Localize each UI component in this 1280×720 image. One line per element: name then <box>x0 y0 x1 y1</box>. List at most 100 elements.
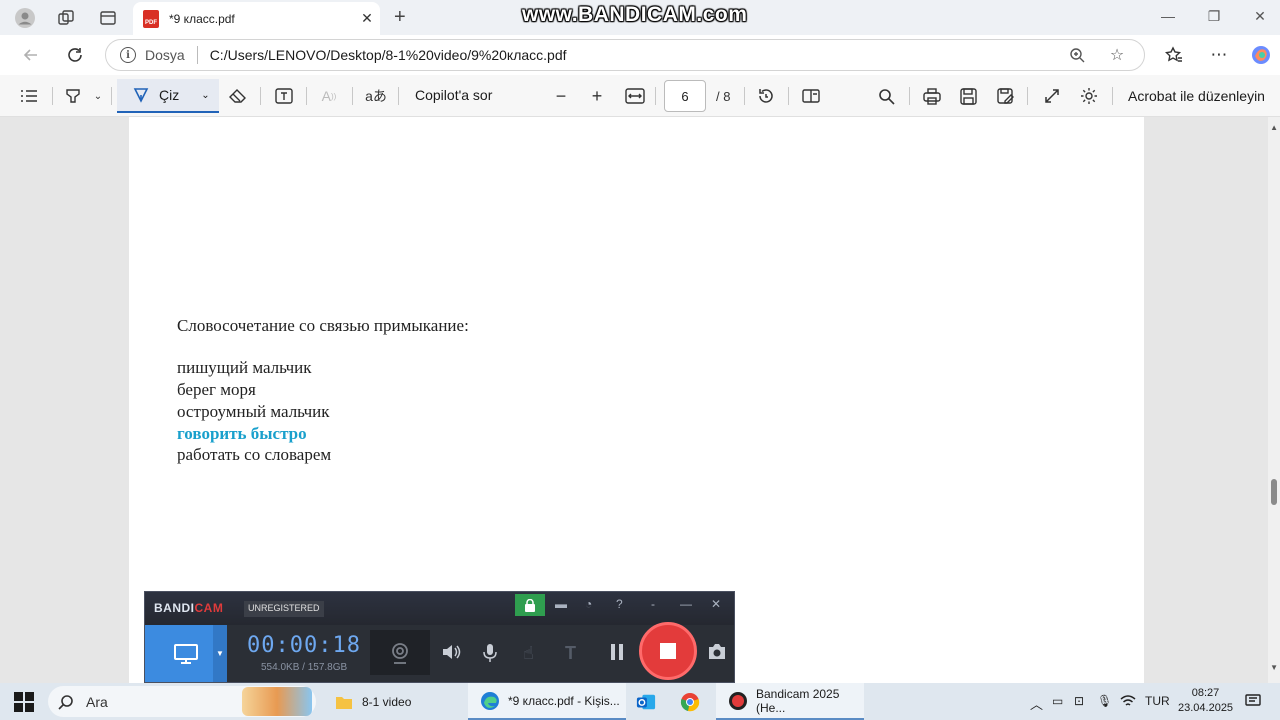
text-box-icon[interactable] <box>273 84 295 108</box>
rotate-icon[interactable] <box>754 84 778 108</box>
print-icon[interactable] <box>920 84 944 108</box>
timer-icon[interactable]: ◔ <box>585 597 592 611</box>
taskbar-item-bandicam[interactable]: Bandicam 2025 (He... <box>716 683 864 720</box>
help-icon[interactable]: ? <box>616 597 623 611</box>
ask-copilot-button[interactable]: Copilot'a sor <box>415 87 492 103</box>
expand-icon[interactable] <box>1040 84 1064 108</box>
taskbar-search[interactable]: Ara <box>48 686 316 717</box>
site-label: Dosya <box>145 47 185 63</box>
stop-recording-button[interactable] <box>639 622 697 680</box>
highlight-dropdown-icon[interactable]: ⌄ <box>90 84 106 108</box>
restore-icon[interactable]: ❐ <box>1204 8 1224 25</box>
workspaces-icon[interactable] <box>55 7 77 29</box>
bandicam-close-icon[interactable]: ✕ <box>711 597 721 611</box>
folder-icon <box>334 692 354 712</box>
search-label: Ara <box>86 693 108 710</box>
cursor-effect-icon[interactable]: ☝ <box>523 643 534 664</box>
bandicam-minimize-icon[interactable]: — <box>680 597 692 611</box>
address-bar[interactable]: i Dosya C:/Users/LENOVO/Desktop/8-1%20vi… <box>105 39 1145 71</box>
close-tab-icon[interactable]: ✕ <box>354 10 380 27</box>
recording-timer: 00:00:18 <box>247 633 361 658</box>
notifications-icon[interactable] <box>1245 694 1261 711</box>
pdf-file-icon: PDF <box>143 9 159 28</box>
favorites-icon[interactable] <box>1163 44 1185 66</box>
doc-line-highlighted: говорить быстро <box>177 424 307 443</box>
page-number-input[interactable]: 6 <box>664 80 706 112</box>
contents-icon[interactable] <box>18 84 40 108</box>
zoom-in-icon[interactable]: + <box>586 84 608 108</box>
tray-chevron-icon[interactable]: ︿ <box>1030 694 1043 713</box>
save-icon[interactable] <box>956 84 980 108</box>
mode-dropdown-icon[interactable]: ▼ <box>213 625 227 682</box>
back-icon[interactable] <box>20 44 42 66</box>
monitor-icon <box>174 643 198 664</box>
webcam-icon[interactable] <box>370 630 430 675</box>
tab-strip: PDF *9 класс.pdf ✕ + www.BANDICAM.com — … <box>0 0 1280 35</box>
read-aloud-icon[interactable]: A)) <box>318 84 340 108</box>
translate-icon[interactable]: aあ <box>364 84 388 108</box>
minimize-icon[interactable]: — <box>1158 8 1178 24</box>
screenshot-camera-icon[interactable] <box>707 643 727 665</box>
outlook-icon <box>636 692 656 712</box>
microphone-icon[interactable] <box>482 643 498 668</box>
close-window-icon[interactable]: ✕ <box>1250 8 1270 25</box>
tab-pdf[interactable]: PDF *9 класс.pdf ✕ <box>133 2 380 35</box>
tray-microphone-icon[interactable]: 🎙 <box>1097 694 1112 708</box>
refresh-icon[interactable] <box>64 44 86 66</box>
recording-size: 554.0KB / 157.8GB <box>261 662 348 673</box>
tab-title: *9 класс.pdf <box>169 11 235 26</box>
taskbar-item-explorer[interactable]: 8-1 video <box>322 683 467 720</box>
speaker-icon[interactable] <box>441 643 461 666</box>
tray-camera-icon[interactable]: ⊡ <box>1074 694 1084 708</box>
edge-icon <box>480 691 500 711</box>
settings-icon[interactable] <box>1077 84 1101 108</box>
draw-button[interactable]: Çiz ⌄ <box>117 79 219 113</box>
new-tab-icon[interactable]: + <box>394 6 406 29</box>
url-divider <box>196 46 198 64</box>
favorite-star-icon[interactable]: ☆ <box>1104 42 1130 68</box>
bandicam-window: BANDICAM UNREGISTERED ▬ ◔ ? - — ✕ ▼ 00:0… <box>144 591 735 683</box>
fit-width-icon[interactable] <box>623 84 647 108</box>
tray-battery-saver-icon[interactable]: ▭ <box>1052 694 1063 708</box>
pdf-toolbar: ⌄ Çiz ⌄ A)) aあ Copilot'a sor − + Acrobat… <box>0 75 1280 117</box>
page-view-icon[interactable] <box>799 84 823 108</box>
navigation-bar: i Dosya C:/Users/LENOVO/Desktop/8-1%20vi… <box>0 35 1280 75</box>
chrome-icon <box>680 692 700 712</box>
mini-mode-icon[interactable]: - <box>651 597 655 611</box>
clock-time: 08:27 <box>1191 687 1220 699</box>
bandicam-watermark: www.BANDICAM.com <box>522 3 748 26</box>
lock-icon[interactable] <box>515 594 545 616</box>
eraser-icon[interactable] <box>227 84 249 108</box>
more-options-icon[interactable]: ⋯ <box>1208 44 1230 66</box>
draw-label: Çiz <box>159 87 180 103</box>
task-label: Bandicam 2025 (He... <box>756 686 840 715</box>
zoom-out-icon[interactable]: − <box>550 84 572 108</box>
scroll-up-icon[interactable]: ▲ <box>1270 123 1278 132</box>
info-icon[interactable]: i <box>120 47 136 63</box>
unregistered-badge: UNREGISTERED <box>244 601 324 617</box>
taskbar-clock[interactable]: 08:27 23.04.2025 <box>1178 686 1233 716</box>
windows-start-icon[interactable] <box>14 692 34 712</box>
zoom-icon[interactable] <box>1064 42 1090 68</box>
draw-dropdown-icon[interactable]: ⌄ <box>201 90 209 101</box>
scroll-thumb[interactable] <box>1271 479 1277 505</box>
highlight-icon[interactable] <box>62 84 84 108</box>
vertical-scrollbar[interactable]: ▲ ▼ <box>1268 117 1280 683</box>
url-text[interactable]: C:/Users/LENOVO/Desktop/8-1%20video/9%20… <box>210 47 1064 63</box>
wifi-icon[interactable] <box>1120 694 1136 711</box>
search-icon[interactable] <box>874 84 898 108</box>
save-as-icon[interactable] <box>994 84 1018 108</box>
doc-heading: Словосочетание со связью примыкание: <box>177 316 469 335</box>
scroll-down-icon[interactable]: ▼ <box>1270 663 1278 672</box>
language-indicator[interactable]: TUR <box>1145 694 1170 708</box>
copilot-icon[interactable] <box>1250 44 1272 66</box>
pause-icon[interactable] <box>609 643 625 666</box>
acrobat-edit-button[interactable]: Acrobat ile düzenleyin <box>1128 88 1265 104</box>
folder-icon[interactable]: ▬ <box>555 597 567 611</box>
taskbar-item-edge[interactable]: *9 класс.pdf - Kişis... <box>468 683 626 720</box>
text-overlay-icon[interactable]: T <box>565 643 576 664</box>
tab-actions-icon[interactable] <box>97 7 119 29</box>
profile-icon[interactable] <box>14 7 36 29</box>
taskbar-item-chrome[interactable] <box>672 683 712 720</box>
taskbar-item-outlook[interactable] <box>628 683 668 720</box>
